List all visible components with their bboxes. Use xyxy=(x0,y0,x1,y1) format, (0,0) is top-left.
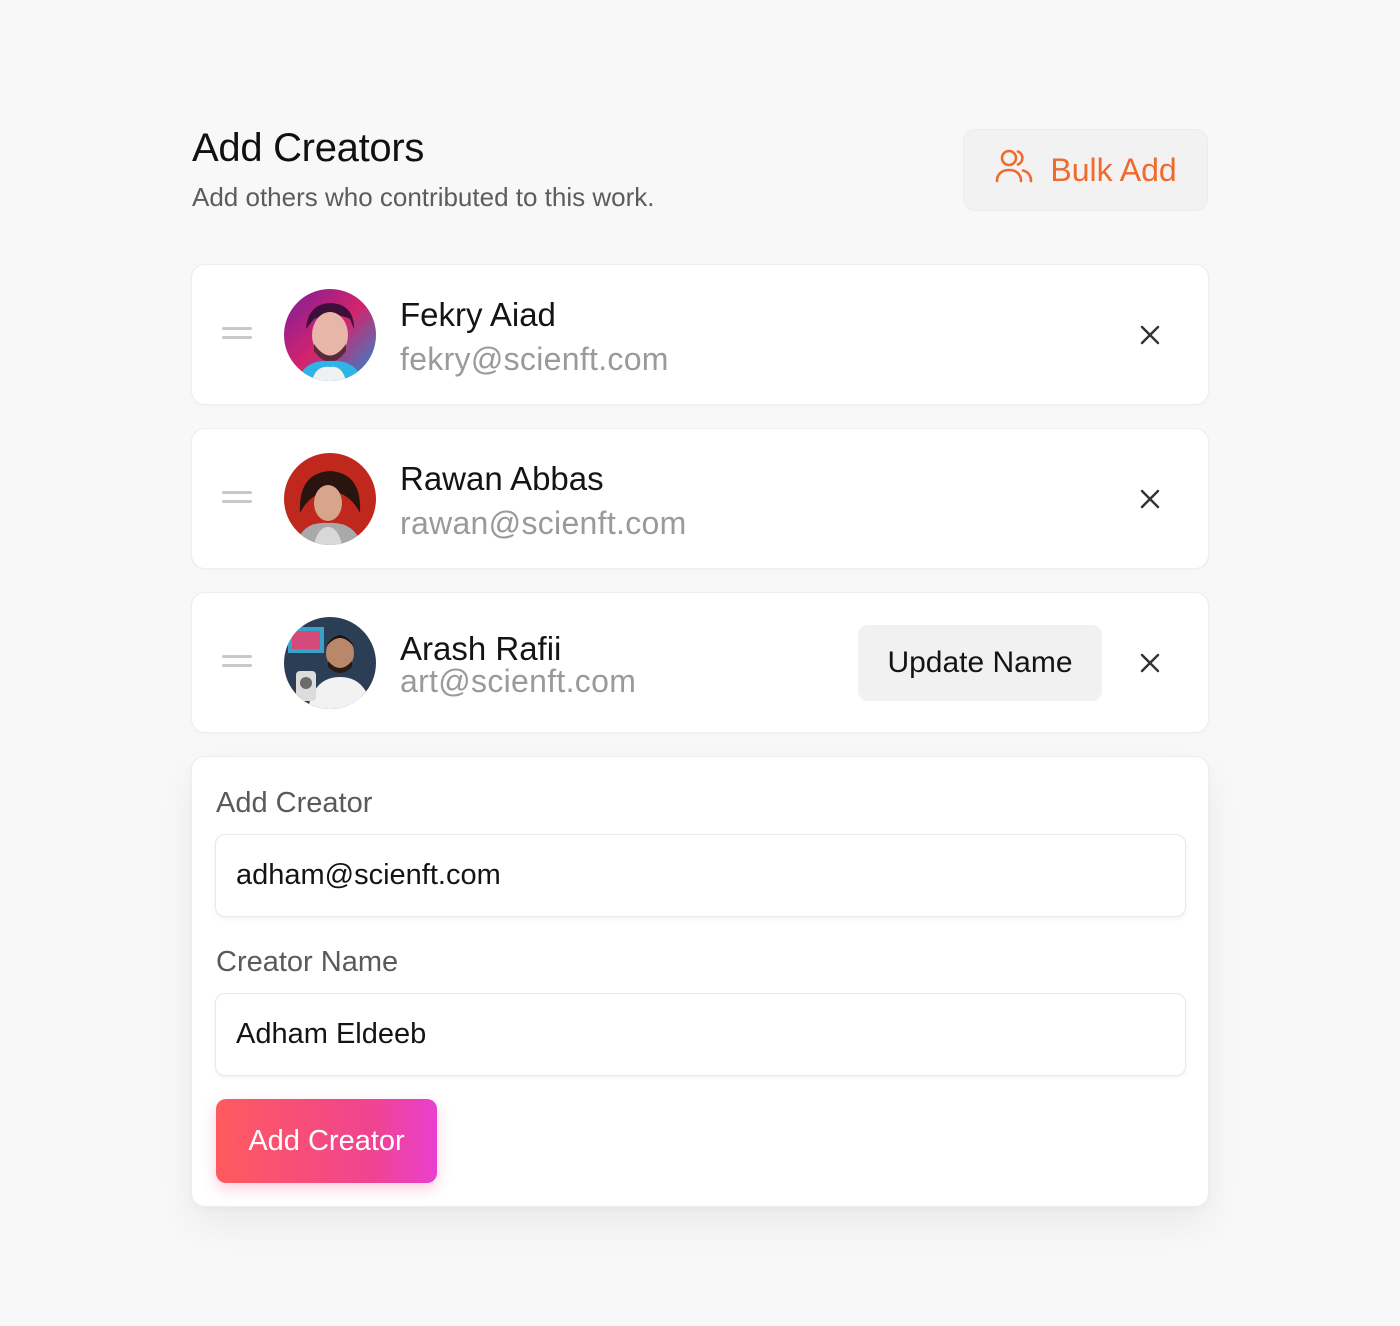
name-field-label: Creator Name xyxy=(216,946,399,978)
close-icon xyxy=(1140,653,1160,673)
creator-name: Rawan Abbas xyxy=(400,460,604,497)
page-title: Add Creators xyxy=(192,126,425,170)
remove-creator-button[interactable] xyxy=(1132,645,1168,681)
creator-card: Arash Rafii art@scienft.com Update Name xyxy=(191,592,1209,733)
remove-creator-button[interactable] xyxy=(1132,481,1168,517)
drag-handle-icon[interactable] xyxy=(222,655,252,671)
avatar xyxy=(284,617,376,709)
avatar xyxy=(284,289,376,381)
add-creator-button[interactable]: Add Creator xyxy=(216,1099,437,1183)
page-subtitle: Add others who contributed to this work. xyxy=(192,182,655,212)
add-creator-form: Add Creator Creator Name Add Creator xyxy=(191,756,1209,1207)
remove-creator-button[interactable] xyxy=(1132,317,1168,353)
creator-card: Rawan Abbas rawan@scienft.com xyxy=(191,428,1209,569)
creator-card: Fekry Aiad fekry@scienft.com xyxy=(191,264,1209,405)
email-field-label: Add Creator xyxy=(216,787,373,819)
creator-name: Fekry Aiad xyxy=(400,296,556,333)
creator-name-field[interactable] xyxy=(215,993,1186,1076)
close-icon xyxy=(1140,325,1160,345)
bulk-add-label: Bulk Add xyxy=(1050,151,1177,188)
creator-email: rawan@scienft.com xyxy=(400,505,687,541)
users-icon xyxy=(994,146,1034,194)
creator-email: fekry@scienft.com xyxy=(400,341,669,377)
bulk-add-button[interactable]: Bulk Add xyxy=(963,129,1208,211)
avatar xyxy=(284,453,376,545)
update-name-button[interactable]: Update Name xyxy=(858,625,1102,701)
email-field[interactable] xyxy=(215,834,1186,917)
header: Add Creators Add others who contributed … xyxy=(192,122,654,214)
close-icon xyxy=(1140,489,1160,509)
drag-handle-icon[interactable] xyxy=(222,491,252,507)
drag-handle-icon[interactable] xyxy=(222,327,252,343)
creator-email: art@scienft.com xyxy=(400,663,637,699)
